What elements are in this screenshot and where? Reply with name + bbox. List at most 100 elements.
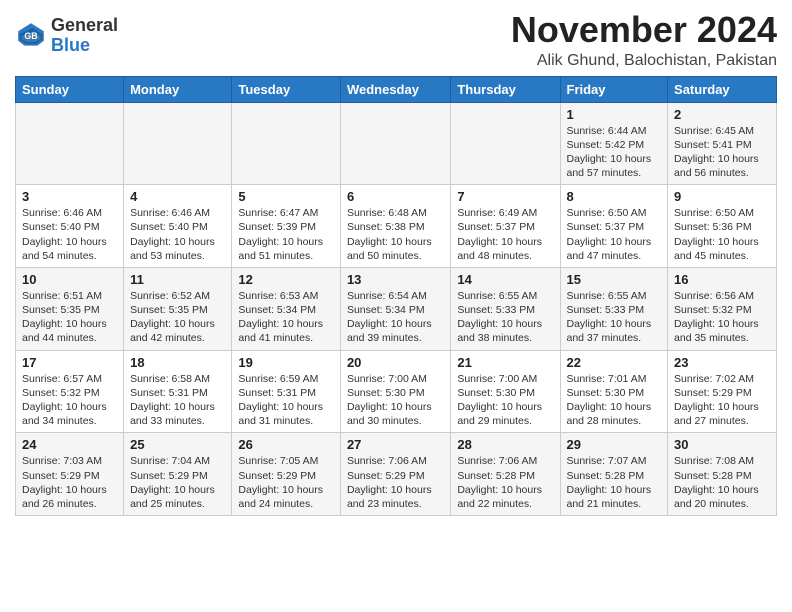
day-info: Sunrise: 7:07 AMSunset: 5:28 PMDaylight:… [567,454,662,511]
table-cell: 18 Sunrise: 6:58 AMSunset: 5:31 PMDayligh… [124,350,232,433]
table-cell: 25 Sunrise: 7:04 AMSunset: 5:29 PMDayligh… [124,433,232,516]
day-info: Sunrise: 6:58 AMSunset: 5:31 PMDaylight:… [130,372,225,429]
table-cell [232,102,341,185]
day-info: Sunrise: 6:47 AMSunset: 5:39 PMDaylight:… [238,206,334,263]
header-monday: Monday [124,76,232,102]
day-number: 21 [457,355,553,370]
day-number: 12 [238,272,334,287]
title-area: November 2024 Alik Ghund, Balochistan, P… [511,10,777,70]
week-row-1: 1 Sunrise: 6:44 AMSunset: 5:42 PMDaylight… [16,102,777,185]
header-tuesday: Tuesday [232,76,341,102]
day-number: 18 [130,355,225,370]
day-number: 1 [567,107,662,122]
table-cell: 14 Sunrise: 6:55 AMSunset: 5:33 PMDayligh… [451,267,560,350]
day-number: 13 [347,272,444,287]
day-number: 11 [130,272,225,287]
table-cell [340,102,450,185]
logo-general: General [51,15,118,35]
day-info: Sunrise: 6:51 AMSunset: 5:35 PMDaylight:… [22,289,117,346]
day-info: Sunrise: 6:49 AMSunset: 5:37 PMDaylight:… [457,206,553,263]
table-cell: 15Sunrise: 6:55 AMSunset: 5:33 PMDayligh… [560,267,668,350]
table-cell: 7Sunrise: 6:49 AMSunset: 5:37 PMDaylight… [451,185,560,268]
table-cell: 16 Sunrise: 6:56 AMSunset: 5:32 PMDayligh… [668,267,777,350]
table-cell: 10 Sunrise: 6:51 AMSunset: 5:35 PMDayligh… [16,267,124,350]
table-cell [124,102,232,185]
day-number: 16 [674,272,770,287]
table-cell: 23Sunrise: 7:02 AMSunset: 5:29 PMDayligh… [668,350,777,433]
day-info: Sunrise: 6:56 AMSunset: 5:32 PMDaylight:… [674,289,770,346]
day-info: Sunrise: 6:46 AMSunset: 5:40 PMDaylight:… [22,206,117,263]
day-number: 23 [674,355,770,370]
day-number: 27 [347,437,444,452]
day-number: 5 [238,189,334,204]
day-number: 29 [567,437,662,452]
calendar-table: Sunday Monday Tuesday Wednesday Thursday… [15,76,777,516]
day-info: Sunrise: 7:05 AMSunset: 5:29 PMDaylight:… [238,454,334,511]
header: GB General Blue November 2024 Alik Ghund… [15,10,777,70]
day-number: 17 [22,355,117,370]
table-cell: 22 Sunrise: 7:01 AMSunset: 5:30 PMDayligh… [560,350,668,433]
week-row-5: 24Sunrise: 7:03 AMSunset: 5:29 PMDayligh… [16,433,777,516]
logo-blue: Blue [51,35,90,55]
location-subtitle: Alik Ghund, Balochistan, Pakistan [511,52,777,70]
day-info: Sunrise: 7:06 AMSunset: 5:29 PMDaylight:… [347,454,444,511]
week-row-4: 17 Sunrise: 6:57 AMSunset: 5:32 PMDayligh… [16,350,777,433]
table-cell: 9 Sunrise: 6:50 AMSunset: 5:36 PMDaylight… [668,185,777,268]
week-row-3: 10 Sunrise: 6:51 AMSunset: 5:35 PMDayligh… [16,267,777,350]
day-info: Sunrise: 7:01 AMSunset: 5:30 PMDaylight:… [567,372,662,429]
day-info: Sunrise: 6:53 AMSunset: 5:34 PMDaylight:… [238,289,334,346]
day-info: Sunrise: 6:55 AMSunset: 5:33 PMDaylight:… [567,289,662,346]
day-info: Sunrise: 6:44 AMSunset: 5:42 PMDaylight:… [567,124,662,181]
header-wednesday: Wednesday [340,76,450,102]
day-info: Sunrise: 6:45 AMSunset: 5:41 PMDaylight:… [674,124,770,181]
weekday-header-row: Sunday Monday Tuesday Wednesday Thursday… [16,76,777,102]
logo-text: General Blue [51,16,118,56]
table-cell: 27 Sunrise: 7:06 AMSunset: 5:29 PMDayligh… [340,433,450,516]
day-info: Sunrise: 6:55 AMSunset: 5:33 PMDaylight:… [457,289,553,346]
day-info: Sunrise: 7:00 AMSunset: 5:30 PMDaylight:… [347,372,444,429]
table-cell: 20 Sunrise: 7:00 AMSunset: 5:30 PMDayligh… [340,350,450,433]
week-row-2: 3Sunrise: 6:46 AMSunset: 5:40 PMDaylight… [16,185,777,268]
table-cell: 6 Sunrise: 6:48 AMSunset: 5:38 PMDaylight… [340,185,450,268]
logo: GB General Blue [15,16,118,56]
day-number: 2 [674,107,770,122]
table-cell: 19 Sunrise: 6:59 AMSunset: 5:31 PMDayligh… [232,350,341,433]
day-info: Sunrise: 6:50 AMSunset: 5:36 PMDaylight:… [674,206,770,263]
day-number: 4 [130,189,225,204]
svg-text:GB: GB [24,31,37,41]
day-number: 28 [457,437,553,452]
day-info: Sunrise: 6:52 AMSunset: 5:35 PMDaylight:… [130,289,225,346]
table-cell: 21 Sunrise: 7:00 AMSunset: 5:30 PMDayligh… [451,350,560,433]
table-cell: 5 Sunrise: 6:47 AMSunset: 5:39 PMDaylight… [232,185,341,268]
day-number: 6 [347,189,444,204]
table-cell: 29 Sunrise: 7:07 AMSunset: 5:28 PMDayligh… [560,433,668,516]
day-info: Sunrise: 6:48 AMSunset: 5:38 PMDaylight:… [347,206,444,263]
table-cell [451,102,560,185]
day-info: Sunrise: 7:06 AMSunset: 5:28 PMDaylight:… [457,454,553,511]
day-number: 22 [567,355,662,370]
header-sunday: Sunday [16,76,124,102]
day-info: Sunrise: 6:57 AMSunset: 5:32 PMDaylight:… [22,372,117,429]
day-info: Sunrise: 7:03 AMSunset: 5:29 PMDaylight:… [22,454,117,511]
day-number: 20 [347,355,444,370]
header-saturday: Saturday [668,76,777,102]
day-info: Sunrise: 6:59 AMSunset: 5:31 PMDaylight:… [238,372,334,429]
table-cell: 11 Sunrise: 6:52 AMSunset: 5:35 PMDayligh… [124,267,232,350]
header-thursday: Thursday [451,76,560,102]
day-info: Sunrise: 7:00 AMSunset: 5:30 PMDaylight:… [457,372,553,429]
table-cell [16,102,124,185]
day-info: Sunrise: 7:08 AMSunset: 5:28 PMDaylight:… [674,454,770,511]
table-cell: 30Sunrise: 7:08 AMSunset: 5:28 PMDayligh… [668,433,777,516]
table-cell: 12 Sunrise: 6:53 AMSunset: 5:34 PMDayligh… [232,267,341,350]
table-cell: 1 Sunrise: 6:44 AMSunset: 5:42 PMDaylight… [560,102,668,185]
day-number: 25 [130,437,225,452]
day-number: 19 [238,355,334,370]
day-number: 14 [457,272,553,287]
day-number: 8 [567,189,662,204]
day-number: 9 [674,189,770,204]
day-info: Sunrise: 7:04 AMSunset: 5:29 PMDaylight:… [130,454,225,511]
day-number: 10 [22,272,117,287]
month-title: November 2024 [511,10,777,50]
header-friday: Friday [560,76,668,102]
table-cell: 17 Sunrise: 6:57 AMSunset: 5:32 PMDayligh… [16,350,124,433]
